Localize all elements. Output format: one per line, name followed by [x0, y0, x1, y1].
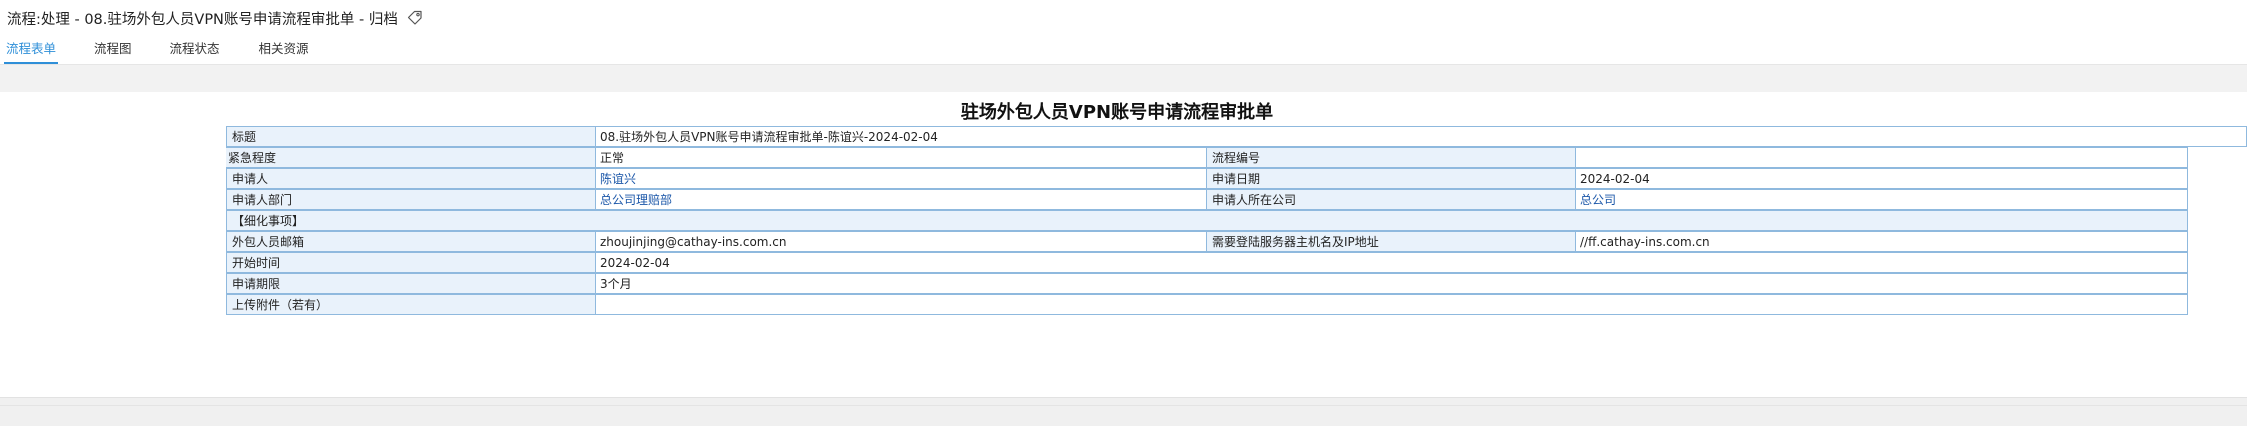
company-link[interactable]: 总公司: [1575, 189, 2188, 210]
host-value: //ff.cathay-ins.com.cn: [1575, 231, 2188, 252]
top-divider-band: [0, 64, 2247, 92]
period-value: 3个月: [595, 273, 2188, 294]
tab-bar: 流程表单 流程图 流程状态 相关资源: [0, 36, 309, 64]
start-value: 2024-02-04: [595, 252, 2188, 273]
host-label: 需要登陆服务器主机名及IP地址: [1206, 231, 1576, 252]
dept-label: 申请人部门: [226, 189, 596, 210]
window-header: 流程:处理 - 08.驻场外包人员VPN账号申请流程审批单 - 归档 流程表单 …: [0, 0, 2247, 64]
form-area: 驻场外包人员VPN账号申请流程审批单 标题 08.驻场外包人员VPN账号申请流程…: [0, 92, 2247, 397]
company-label: 申请人所在公司: [1206, 189, 1576, 210]
period-label: 申请期限: [226, 273, 596, 294]
email-label: 外包人员邮箱: [226, 231, 596, 252]
applicant-link[interactable]: 陈谊兴: [595, 168, 1207, 189]
apply-date-value: 2024-02-04: [1575, 168, 2188, 189]
process-no-value: [1575, 147, 2188, 168]
attachment-field[interactable]: [595, 294, 2188, 315]
section-header: 【细化事项】: [226, 210, 2188, 231]
title-row: 流程:处理 - 08.驻场外包人员VPN账号申请流程审批单 - 归档: [7, 8, 424, 28]
urgency-label: 紧急程度: [226, 147, 596, 168]
bottom-divider-band: [0, 397, 2247, 426]
email-value: zhoujinjing@cathay-ins.com.cn: [595, 231, 1207, 252]
process-no-label: 流程编号: [1206, 147, 1576, 168]
tab-process-form[interactable]: 流程表单: [3, 36, 59, 64]
start-label: 开始时间: [226, 252, 596, 273]
urgency-value: 正常: [595, 147, 1207, 168]
form-title: 驻场外包人员VPN账号申请流程审批单: [960, 102, 1274, 123]
tab-flow-chart[interactable]: 流程图: [94, 36, 132, 64]
subject-label: 标题: [226, 126, 596, 147]
tag-icon[interactable]: [406, 9, 424, 27]
applicant-label: 申请人: [226, 168, 596, 189]
apply-date-label: 申请日期: [1206, 168, 1576, 189]
attachment-label: 上传附件（若有）: [226, 294, 596, 315]
tab-process-status[interactable]: 流程状态: [170, 36, 220, 64]
page-title: 流程:处理 - 08.驻场外包人员VPN账号申请流程审批单 - 归档: [7, 11, 398, 28]
tab-related-resources[interactable]: 相关资源: [259, 36, 309, 64]
subject-value: 08.驻场外包人员VPN账号申请流程审批单-陈谊兴-2024-02-04: [595, 126, 2247, 147]
dept-link[interactable]: 总公司理赔部: [595, 189, 1207, 210]
